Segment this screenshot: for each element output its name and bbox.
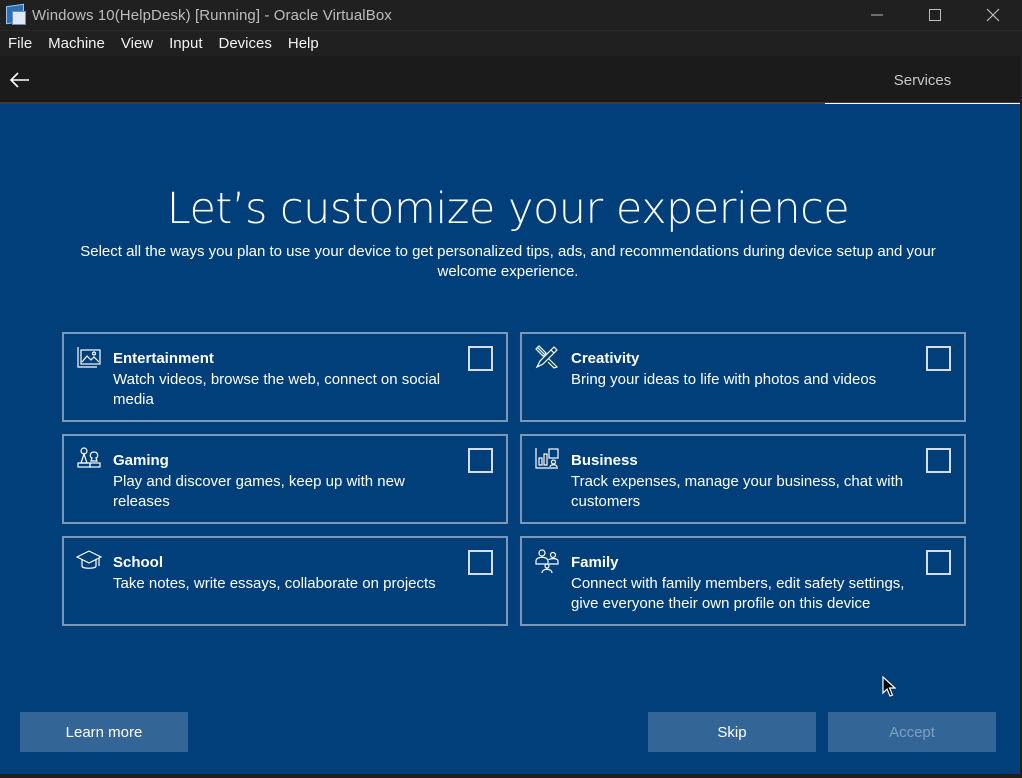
card-gaming[interactable]: Gaming Play and discover games, keep up … <box>62 434 508 524</box>
virtualbox-icon <box>4 3 28 27</box>
back-arrow-icon <box>10 72 29 88</box>
menu-input[interactable]: Input <box>161 31 210 57</box>
oobe-main: Let’s customize your experience Select a… <box>0 104 1020 774</box>
school-checkbox[interactable] <box>468 550 493 575</box>
section-tab-services: Services <box>825 56 1020 106</box>
maximize-button[interactable] <box>906 0 964 30</box>
back-button[interactable] <box>8 68 32 92</box>
section-label: Services <box>893 72 952 89</box>
page-title: Let’s customize your experience <box>166 184 850 234</box>
card-description: Watch videos, browse the web, connect on… <box>113 371 441 408</box>
oobe-header: Services <box>0 56 1020 106</box>
minimize-button[interactable] <box>848 0 906 30</box>
menu-machine[interactable]: Machine <box>40 31 113 57</box>
window-titlebar: Windows 10(HelpDesk) [Running] - Oracle … <box>0 0 1022 30</box>
card-school[interactable]: School Take notes, write essays, collabo… <box>62 536 508 626</box>
card-entertainment[interactable]: Entertainment Watch videos, browse the w… <box>62 332 508 422</box>
business-icon <box>535 448 559 469</box>
menu-file[interactable]: File <box>0 31 40 57</box>
family-icon <box>535 549 559 574</box>
school-icon <box>76 550 102 569</box>
card-description: Bring your ideas to life with photos and… <box>571 371 877 388</box>
card-description: Take notes, write essays, collaborate on… <box>113 575 436 592</box>
card-title: Business <box>571 452 638 469</box>
entertainment-checkbox[interactable] <box>468 346 493 371</box>
menu-view[interactable]: View <box>113 31 161 57</box>
entertainment-icon <box>77 347 101 368</box>
close-button[interactable] <box>964 0 1022 30</box>
card-description: Play and discover games, keep up with ne… <box>113 473 405 510</box>
menu-help[interactable]: Help <box>280 31 327 57</box>
creativity-icon <box>535 345 559 369</box>
card-creativity[interactable]: Creativity Bring your ideas to life with… <box>520 332 966 422</box>
card-title: Creativity <box>571 350 640 367</box>
card-business[interactable]: Business Track expenses, manage your bus… <box>520 434 966 524</box>
menu-devices[interactable]: Devices <box>211 31 280 57</box>
card-title: Family <box>571 554 619 571</box>
window-title: Windows 10(HelpDesk) [Running] - Oracle … <box>32 6 392 24</box>
creativity-checkbox[interactable] <box>926 346 951 371</box>
accept-button[interactable]: Accept <box>828 712 996 752</box>
family-checkbox[interactable] <box>926 550 951 575</box>
card-description: Connect with family members, edit safety… <box>571 575 905 612</box>
card-title: Gaming <box>113 452 169 469</box>
page-subtitle: Select all the ways you plan to use your… <box>80 243 936 280</box>
skip-button[interactable]: Skip <box>648 712 816 752</box>
card-description: Track expenses, manage your business, ch… <box>571 473 904 510</box>
business-checkbox[interactable] <box>926 448 951 473</box>
maximize-icon <box>929 9 941 21</box>
card-title: School <box>113 554 164 571</box>
close-icon <box>986 8 1000 22</box>
card-family[interactable]: Family Connect with family members, edit… <box>520 536 966 626</box>
card-title: Entertainment <box>113 350 214 367</box>
gaming-checkbox[interactable] <box>468 448 493 473</box>
gaming-icon <box>77 447 101 468</box>
mouse-cursor-icon <box>882 676 896 697</box>
learn-more-button[interactable]: Learn more <box>20 712 188 752</box>
menu-bar: File Machine View Input Devices Help <box>0 30 1022 56</box>
minimize-icon <box>871 14 883 16</box>
